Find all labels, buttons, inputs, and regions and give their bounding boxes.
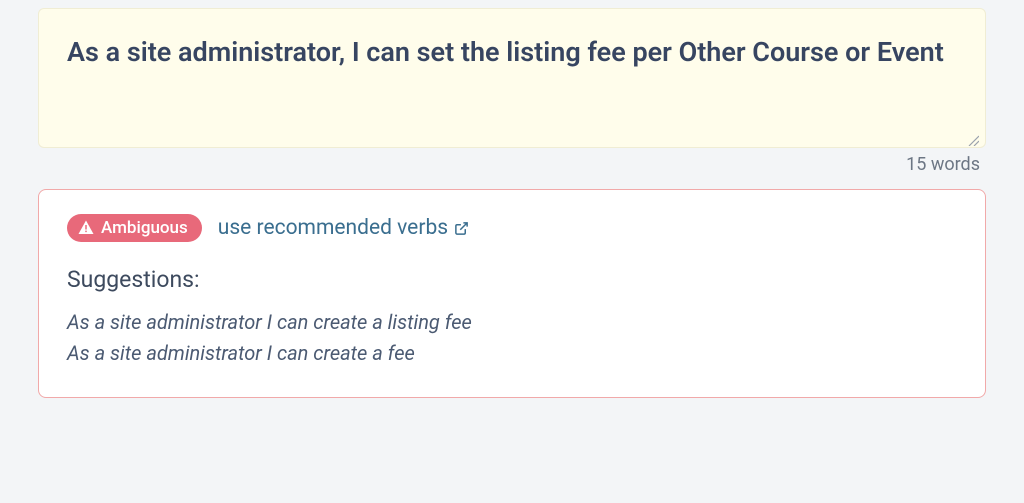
- ambiguous-badge: Ambiguous: [67, 214, 202, 242]
- feedback-panel: Ambiguous use recommended verbs Suggesti…: [38, 189, 986, 398]
- recommended-verbs-link-text: use recommended verbs: [218, 216, 448, 240]
- warning-icon: [77, 219, 95, 237]
- resize-handle-icon[interactable]: [967, 131, 979, 143]
- suggestion-item: As a site administrator I can create a f…: [67, 338, 957, 369]
- suggestions-list: As a site administrator I can create a l…: [67, 307, 957, 369]
- user-story-input[interactable]: As a site administrator, I can set the l…: [38, 8, 986, 148]
- content-area: As a site administrator, I can set the l…: [0, 0, 1024, 418]
- suggestion-item: As a site administrator I can create a l…: [67, 307, 957, 338]
- feedback-header: Ambiguous use recommended verbs: [67, 214, 957, 242]
- suggestions-heading: Suggestions:: [67, 266, 957, 293]
- word-count-label: 15 words: [38, 154, 986, 175]
- user-story-text: As a site administrator, I can set the l…: [67, 33, 957, 72]
- external-link-icon: [454, 221, 469, 236]
- badge-text: Ambiguous: [101, 218, 188, 238]
- recommended-verbs-link[interactable]: use recommended verbs: [218, 216, 469, 240]
